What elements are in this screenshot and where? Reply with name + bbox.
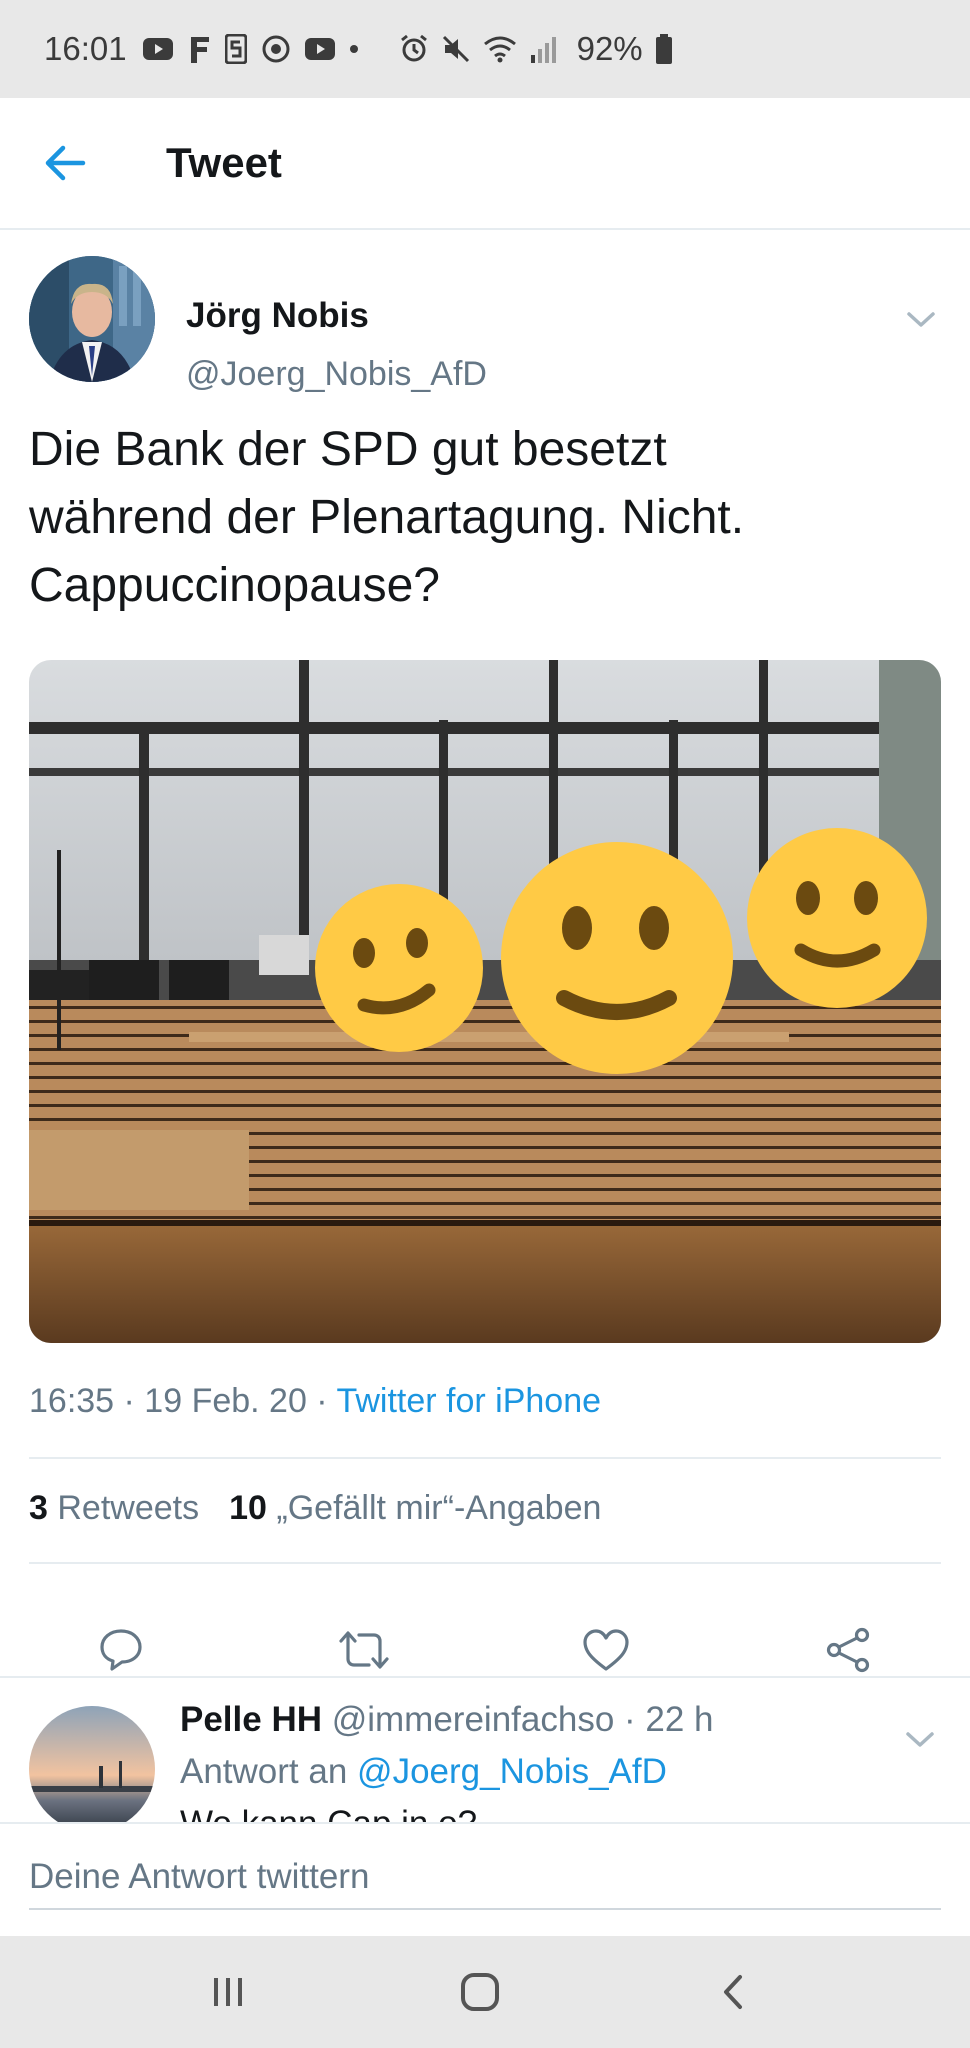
reply-text: Wo kann Cap in o? <box>180 1804 477 1822</box>
avatar[interactable] <box>29 1706 155 1822</box>
wifi-icon <box>483 32 517 66</box>
system-navigation-bar <box>0 1936 970 2048</box>
reply-button[interactable] <box>91 1620 151 1680</box>
divider <box>29 1562 941 1564</box>
author-name[interactable]: Jörg Nobis <box>186 296 369 336</box>
page-title: Tweet <box>166 139 282 186</box>
reply-compose-bar <box>0 1822 970 1936</box>
retweets-stat[interactable]: 3 Retweets <box>29 1489 199 1528</box>
chevron-down-icon <box>907 312 935 327</box>
tweet-metadata: 16:35 · 19 Feb. 20 · Twitter for iPhone <box>29 1382 601 1421</box>
f-icon <box>187 32 211 66</box>
battery-percentage: 92% <box>576 30 643 67</box>
app-header: Tweet <box>0 98 970 230</box>
tweet-text-line: während der Plenartagung. Nicht. <box>29 491 745 544</box>
avatar[interactable] <box>29 256 155 382</box>
tweet-photo[interactable] <box>29 660 941 1343</box>
reply-header: Pelle HH @immereinfachso · 22 h <box>180 1700 714 1740</box>
tweet-source-link[interactable]: Twitter for iPhone <box>336 1382 601 1420</box>
reply-icon <box>100 1629 142 1671</box>
status-bar: 16:01 92% <box>0 0 970 98</box>
reply-prefix: Antwort an <box>180 1752 358 1791</box>
tweet-text-line: Cappuccinopause? <box>29 559 440 612</box>
reply-input[interactable] <box>29 1846 941 1910</box>
status-notification-icons <box>142 32 359 66</box>
tweet-timestamp: 16:35 · 19 Feb. 20 · <box>29 1382 337 1420</box>
arrow-left-icon <box>45 145 86 181</box>
retweet-button[interactable] <box>334 1620 394 1680</box>
tweet-author: Jörg Nobis @Joerg_Nobis_AfD <box>29 256 941 393</box>
reply-context: Antwort an @Joerg_Nobis_AfD <box>180 1752 667 1792</box>
retweet-icon <box>339 1631 389 1669</box>
dot-icon <box>349 32 359 66</box>
author-handle[interactable]: @Joerg_Nobis_AfD <box>186 355 487 394</box>
signal-icon <box>529 32 559 66</box>
chevron-left-icon <box>724 1975 742 2009</box>
like-icon <box>583 1629 629 1671</box>
reply-author-name[interactable]: Pelle HH <box>180 1700 322 1739</box>
likes-label: „Gefällt mir“-Angaben <box>276 1489 602 1527</box>
alarm-icon <box>399 32 429 66</box>
tweet-options-button[interactable] <box>901 304 941 334</box>
youtube-icon <box>142 32 173 66</box>
share-button[interactable] <box>818 1620 878 1680</box>
back-button[interactable] <box>30 128 100 198</box>
retweets-label: Retweets <box>57 1489 200 1527</box>
tweet-text-line: Die Bank der SPD gut besetzt <box>29 423 667 476</box>
s-icon <box>224 32 247 66</box>
chevron-down-icon <box>906 1732 934 1747</box>
share-icon <box>826 1627 870 1673</box>
recent-apps-button[interactable] <box>198 1962 258 2022</box>
reply-tweet[interactable]: Pelle HH @immereinfachso · 22 h Antwort … <box>0 1678 970 1822</box>
retweets-count: 3 <box>29 1489 48 1527</box>
tweet-stats: 3 Retweets 10 „Gefällt mir“-Angaben <box>29 1489 601 1528</box>
tweet-text: Die Bank der SPD gut besetzt während der… <box>29 416 929 620</box>
likes-count: 10 <box>229 1489 267 1527</box>
home-icon <box>461 1973 499 2011</box>
like-button[interactable] <box>576 1620 636 1680</box>
divider <box>29 1457 941 1459</box>
recent-apps-icon <box>214 1978 242 2006</box>
app-icon <box>261 32 291 66</box>
reply-options-button[interactable] <box>900 1724 940 1754</box>
youtube-icon <box>304 32 335 66</box>
mute-icon <box>441 32 471 66</box>
status-time: 16:01 <box>44 30 127 67</box>
battery-icon <box>655 32 673 66</box>
likes-stat[interactable]: 10 „Gefällt mir“-Angaben <box>229 1489 601 1528</box>
back-nav-button[interactable] <box>704 1962 764 2022</box>
status-system-icons: 92% <box>399 30 673 68</box>
home-button[interactable] <box>450 1962 510 2022</box>
reply-handle-time: @immereinfachso · 22 h <box>322 1700 714 1739</box>
reply-mention-link[interactable]: @Joerg_Nobis_AfD <box>357 1752 667 1791</box>
